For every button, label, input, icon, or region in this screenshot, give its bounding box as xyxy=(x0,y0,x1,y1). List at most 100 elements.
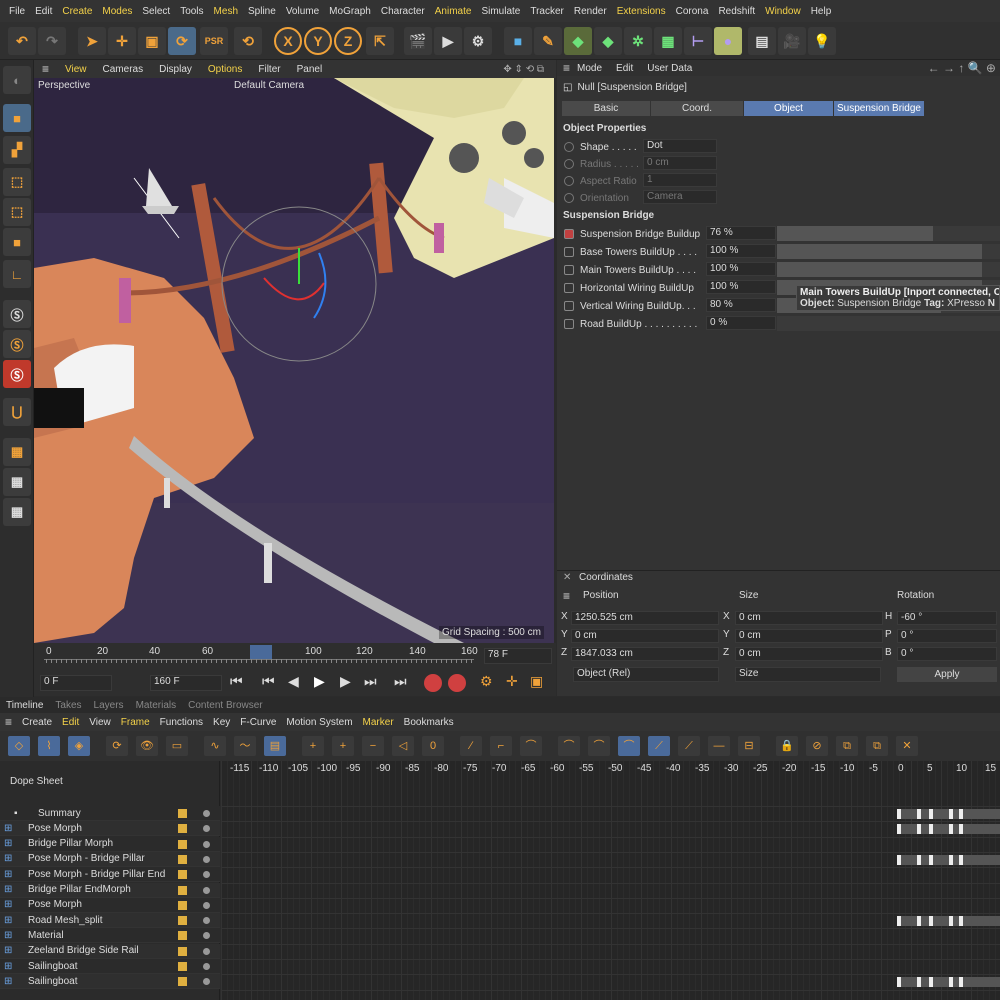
track-row[interactable]: ▪ Summary xyxy=(0,806,220,821)
track-row[interactable]: ⊞ Bridge Pillar Morph xyxy=(0,836,220,852)
move-tool-icon[interactable]: ✛ xyxy=(108,27,136,55)
workplane-icon[interactable]: ▦ xyxy=(3,438,31,466)
keyframe[interactable] xyxy=(959,824,963,835)
pen-icon[interactable]: ✎ xyxy=(534,27,562,55)
track-enable-icon[interactable] xyxy=(203,932,210,940)
keyframe[interactable] xyxy=(959,854,963,865)
cloner-icon[interactable]: ✲ xyxy=(624,27,652,55)
keyframe[interactable] xyxy=(959,977,963,988)
previous-frame-icon[interactable]: ◀ xyxy=(288,673,299,690)
bridge-value[interactable]: 100 % xyxy=(706,262,776,276)
previous-key-icon[interactable]: ⏮ xyxy=(262,673,275,690)
track-enable-icon[interactable] xyxy=(203,947,210,955)
viewport-menu-cameras[interactable]: Cameras xyxy=(95,64,152,75)
track-enable-icon[interactable] xyxy=(203,810,210,817)
track-enable-icon[interactable] xyxy=(203,901,210,909)
keyframe[interactable] xyxy=(959,916,963,927)
viewport-menu-panel[interactable]: Panel xyxy=(289,64,331,75)
model-mode-icon[interactable]: ■ xyxy=(3,104,31,132)
keyframe[interactable] xyxy=(929,977,933,988)
link-icon[interactable]: ⟳ xyxy=(106,736,128,756)
track-enable-icon[interactable] xyxy=(203,840,210,848)
menu-create[interactable]: Create xyxy=(57,6,97,17)
menu-render[interactable]: Render xyxy=(569,6,612,17)
menu-simulate[interactable]: Simulate xyxy=(476,6,525,17)
timeline-menu-marker[interactable]: Marker xyxy=(358,717,399,728)
keyframe[interactable] xyxy=(949,854,953,865)
timeline-tab-content-browser[interactable]: Content Browser xyxy=(182,700,268,711)
play-icon[interactable]: ▶ xyxy=(314,673,325,690)
go-to-end-icon[interactable]: ⏭ xyxy=(394,673,407,690)
x-axis-icon[interactable]: X xyxy=(274,27,302,55)
ease-out-icon[interactable]: ⌒ xyxy=(588,736,610,756)
keyframe[interactable] xyxy=(917,916,921,927)
bridge-slider[interactable] xyxy=(777,262,1000,277)
view-icon[interactable]: 👁 xyxy=(136,736,158,756)
menu-tools[interactable]: Tools xyxy=(175,6,208,17)
keyframe[interactable] xyxy=(917,809,921,819)
key-special-icon[interactable]: ✕ xyxy=(896,736,918,756)
timeline-menu-functions[interactable]: Functions xyxy=(155,717,208,728)
wave-icon[interactable]: 〜 xyxy=(234,736,256,756)
timeline-tab-takes[interactable]: Takes xyxy=(49,700,87,711)
keyframe-toggle-icon[interactable] xyxy=(564,301,574,311)
menu-tracker[interactable]: Tracker xyxy=(525,6,569,17)
timeline-menu-frame[interactable]: Frame xyxy=(116,717,155,728)
menu-character[interactable]: Character xyxy=(376,6,430,17)
time-slider[interactable]: 020406078100120140160 78 F xyxy=(34,643,556,671)
undo-icon[interactable]: ↶ xyxy=(8,27,36,55)
keyframe[interactable] xyxy=(929,809,933,819)
z-axis-icon[interactable]: Z xyxy=(334,27,362,55)
key-mute-icon[interactable]: ⊘ xyxy=(806,736,828,756)
position-field[interactable]: 1847.033 cm xyxy=(571,647,719,661)
playhead[interactable] xyxy=(250,645,272,659)
camera-icon[interactable]: 🎥 xyxy=(778,27,806,55)
size-field[interactable]: 0 cm xyxy=(735,647,883,661)
keyframe[interactable] xyxy=(917,854,921,865)
render-settings-icon[interactable]: ⚙ xyxy=(464,27,492,55)
keyframe[interactable] xyxy=(929,916,933,927)
timeline-tab-timeline[interactable]: Timeline xyxy=(0,700,49,711)
radio-icon[interactable] xyxy=(564,176,574,186)
light-icon[interactable]: 💡 xyxy=(808,27,836,55)
polygons-mode-icon[interactable]: ■ xyxy=(3,228,31,256)
attr-menu-edit[interactable]: Edit xyxy=(609,63,640,74)
mograph-icon[interactable]: ▦ xyxy=(654,27,682,55)
keyframe[interactable] xyxy=(949,809,953,819)
keyframe[interactable] xyxy=(949,824,953,835)
radio-icon[interactable] xyxy=(564,159,574,169)
motion-mode-icon[interactable]: ◈ xyxy=(68,736,90,756)
bridge-slider[interactable] xyxy=(777,226,1000,241)
generator-icon[interactable]: ◆ xyxy=(594,27,622,55)
menu-mesh[interactable]: Mesh xyxy=(209,6,243,17)
render-view-icon[interactable]: 🎬 xyxy=(404,27,432,55)
coord-mode-select[interactable]: Object (Rel) xyxy=(573,667,719,682)
menu-corona[interactable]: Corona xyxy=(671,6,714,17)
start-frame-field[interactable]: 0 F xyxy=(40,675,112,691)
menu-spline[interactable]: Spline xyxy=(243,6,281,17)
tab-basic[interactable]: Basic xyxy=(562,101,650,116)
position-field[interactable]: 1250.525 cm xyxy=(571,611,719,625)
solo-off-icon[interactable]: Ⓢ xyxy=(3,360,31,388)
keyframe-toggle-icon[interactable] xyxy=(564,283,574,293)
rotation-field[interactable]: 0 ° xyxy=(897,629,997,643)
track-enable-icon[interactable] xyxy=(203,886,210,894)
hamburger-icon[interactable]: ≡ xyxy=(563,61,570,75)
bridge-value[interactable]: 0 % xyxy=(706,316,776,330)
track-enable-icon[interactable] xyxy=(203,825,210,833)
viewport-menu-view[interactable]: View xyxy=(57,64,95,75)
viewport-nav-icon[interactable]: ✥ ⇕ ⟲ ⧉ xyxy=(495,64,552,75)
track-row[interactable]: ⊞ Bridge Pillar EndMorph xyxy=(0,882,220,898)
psr-icon[interactable]: PSR xyxy=(200,27,228,55)
deformer-icon[interactable]: ⊢ xyxy=(684,27,712,55)
timeline-menu-bookmarks[interactable]: Bookmarks xyxy=(399,717,459,728)
tab-coord[interactable]: Coord. xyxy=(651,101,743,116)
viewport-menu-display[interactable]: Display xyxy=(151,64,200,75)
track-row[interactable]: ⊞ Material xyxy=(0,928,220,944)
size-field[interactable]: 0 cm xyxy=(735,611,883,625)
axis-mode-icon[interactable]: ∟ xyxy=(3,260,31,288)
timeline-menu-key[interactable]: Key xyxy=(208,717,235,728)
menu-modes[interactable]: Modes xyxy=(97,6,137,17)
end-frame-field[interactable]: 160 F xyxy=(150,675,222,691)
tangent-zero-icon[interactable]: — xyxy=(708,736,730,756)
